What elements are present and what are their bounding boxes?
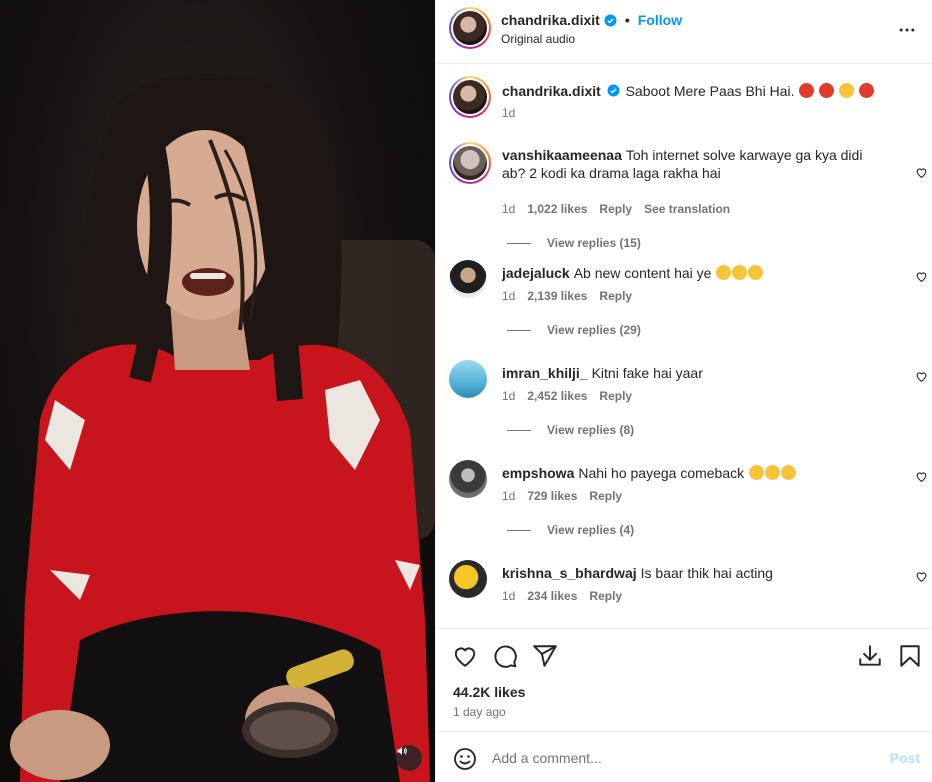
author-username[interactable]: chandrika.dixit: [501, 12, 600, 28]
heart-icon[interactable]: [915, 470, 929, 484]
commenter-avatar[interactable]: [449, 142, 491, 184]
comment-time: 1d: [502, 289, 516, 303]
comment-likes[interactable]: 1,022 likes: [527, 202, 587, 216]
video-frame-illustration: [10, 73, 435, 782]
loudly-crying-face-emoji: [839, 83, 855, 98]
comment-text: Kitni fake hai yaar: [591, 365, 703, 381]
angry-face-emoji: [799, 83, 815, 98]
commenter-avatar[interactable]: [449, 360, 487, 398]
laughing-emoji: [765, 465, 781, 480]
comment-time: 1d: [502, 202, 516, 216]
commenter-avatar[interactable]: [449, 460, 487, 498]
comment-username[interactable]: empshowa: [502, 465, 574, 481]
bookmark-icon[interactable]: [897, 643, 923, 669]
verified-badge-icon: [607, 84, 620, 97]
reply-button[interactable]: Reply: [599, 389, 632, 403]
view-replies-button[interactable]: View replies (15): [507, 236, 641, 250]
reply-button[interactable]: Reply: [589, 489, 622, 503]
comment-input[interactable]: [492, 746, 872, 770]
post-timestamp: 1 day ago: [453, 705, 506, 719]
comment-text: Is baar thik hai acting: [640, 565, 773, 581]
author-avatar[interactable]: [449, 7, 491, 49]
heart-icon[interactable]: [915, 270, 929, 284]
share-icon[interactable]: [532, 643, 558, 669]
laughing-emoji: [716, 265, 732, 280]
view-replies-label: View replies (4): [547, 523, 635, 537]
download-icon[interactable]: [857, 643, 883, 669]
audio-label[interactable]: Original audio: [501, 32, 575, 46]
likes-count[interactable]: 44.2K likes: [453, 684, 525, 700]
comment-composer: Post: [436, 731, 932, 782]
comment-likes[interactable]: 2,452 likes: [527, 389, 587, 403]
comment-likes[interactable]: 234 likes: [527, 589, 577, 603]
follow-button[interactable]: Follow: [638, 12, 682, 28]
comment-username[interactable]: jadejaluck: [502, 265, 570, 281]
laughing-emoji: [781, 465, 797, 480]
comment-likes[interactable]: 729 likes: [527, 489, 577, 503]
see-translation-button[interactable]: See translation: [644, 202, 730, 216]
replies-divider: [507, 529, 531, 531]
comment-time: 1d: [502, 489, 516, 503]
caption-username[interactable]: chandrika.dixit: [502, 83, 601, 99]
view-replies-label: View replies (29): [547, 323, 641, 337]
heart-icon[interactable]: [915, 370, 929, 384]
comment-time: 1d: [502, 589, 516, 603]
commenter-avatar[interactable]: [449, 560, 487, 598]
comment-likes[interactable]: 2,139 likes: [527, 289, 587, 303]
reply-button[interactable]: Reply: [589, 589, 622, 603]
separator-dot: •: [624, 12, 630, 28]
post-detail-panel: chandrika.dixit • Follow Original audio …: [435, 0, 932, 782]
comment-username[interactable]: krishna_s_bhardwaj: [502, 565, 637, 581]
comments-list[interactable]: chandrika.dixit Saboot Mere Paas Bhi Hai…: [436, 64, 932, 628]
comment-text: Ab new content hai ye: [573, 265, 712, 281]
caption-timestamp: 1d: [502, 106, 516, 120]
comment-text: Nahi ho payega comeback: [578, 465, 745, 481]
heart-icon[interactable]: [452, 643, 478, 669]
comment-username[interactable]: vanshikaameenaa: [502, 147, 622, 163]
caption-avatar[interactable]: [449, 76, 491, 118]
comment-icon[interactable]: [492, 643, 518, 669]
view-replies-label: View replies (15): [547, 236, 641, 250]
comment-username[interactable]: imran_khilji_: [502, 365, 588, 381]
commenter-avatar[interactable]: [449, 260, 487, 298]
laughing-emoji: [748, 265, 764, 280]
replies-divider: [507, 329, 531, 331]
cursing-face-emoji: [819, 83, 835, 98]
replies-divider: [507, 242, 531, 244]
heart-icon[interactable]: [915, 570, 929, 584]
view-replies-label: View replies (8): [547, 423, 635, 437]
view-replies-button[interactable]: View replies (29): [507, 323, 641, 337]
laughing-emoji: [732, 265, 748, 280]
emoji-icon[interactable]: [453, 747, 477, 771]
view-replies-button[interactable]: View replies (4): [507, 523, 634, 537]
post-comment-button[interactable]: Post: [890, 750, 920, 766]
replies-divider: [507, 429, 531, 431]
reply-button[interactable]: Reply: [599, 202, 632, 216]
more-options-icon[interactable]: [895, 18, 919, 42]
cursing-face-emoji: [859, 83, 875, 98]
post-header: chandrika.dixit • Follow Original audio: [436, 0, 932, 64]
laughing-emoji: [749, 465, 765, 480]
post-actions: 44.2K likes 1 day ago: [436, 628, 932, 731]
verified-badge-icon: [604, 14, 617, 27]
heart-icon[interactable]: [915, 166, 929, 180]
mute-button[interactable]: [396, 745, 422, 771]
view-replies-button[interactable]: View replies (8): [507, 423, 634, 437]
comment-time: 1d: [502, 389, 516, 403]
post-video[interactable]: [0, 0, 435, 782]
reply-button[interactable]: Reply: [599, 289, 632, 303]
caption-text: Saboot Mere Paas Bhi Hai.: [625, 83, 795, 99]
